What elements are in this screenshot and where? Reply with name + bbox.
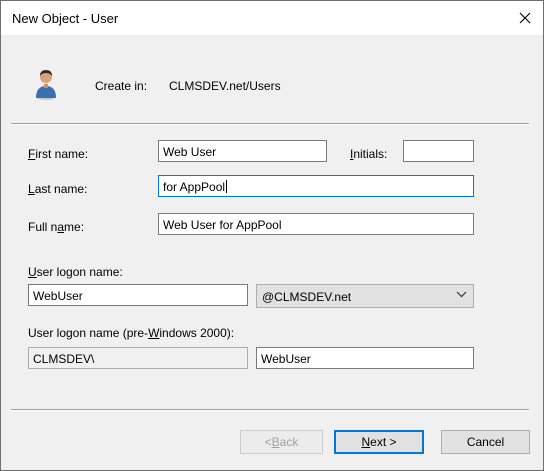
initials-label: Initials: <box>350 147 388 161</box>
separator-top <box>11 123 529 125</box>
first-name-input[interactable]: Web User <box>158 140 327 162</box>
user-icon <box>36 70 56 100</box>
title-bar: New Object - User <box>1 1 543 35</box>
text-cursor <box>226 180 228 193</box>
pre2000-logon-input[interactable]: WebUser <box>256 347 474 369</box>
domain-dropdown[interactable]: @CLMSDEV.net <box>256 284 474 308</box>
domain-selected-value: @CLMSDEV.net <box>262 290 352 304</box>
chevron-down-icon <box>456 291 467 298</box>
close-button[interactable] <box>513 7 537 29</box>
logon-name-input[interactable]: WebUser <box>28 284 248 306</box>
next-button[interactable]: Next > <box>334 430 424 454</box>
logon-name-label: User logon name: <box>28 265 123 279</box>
pre2000-domain-field: CLMSDEV\ <box>28 347 248 369</box>
last-name-input[interactable]: for AppPool <box>158 175 474 197</box>
first-name-label: First name: <box>28 147 89 161</box>
create-in-path: CLMSDEV.net/Users <box>169 79 281 93</box>
create-in-label: Create in: <box>95 79 148 93</box>
pre2000-label: User logon name (pre-Windows 2000): <box>28 326 235 340</box>
back-button[interactable]: < Back <box>240 430 323 454</box>
initials-input[interactable] <box>403 140 474 162</box>
full-name-input[interactable]: Web User for AppPool <box>158 213 474 235</box>
separator-bottom <box>11 409 529 411</box>
cancel-button[interactable]: Cancel <box>441 430 530 454</box>
full-name-label: Full name: <box>28 220 85 234</box>
close-icon <box>519 12 531 24</box>
window-title: New Object - User <box>12 11 119 26</box>
last-name-label: Last name: <box>28 182 88 196</box>
dialog-window: New Object - User Create in: CLMSDEV.net… <box>0 0 544 471</box>
